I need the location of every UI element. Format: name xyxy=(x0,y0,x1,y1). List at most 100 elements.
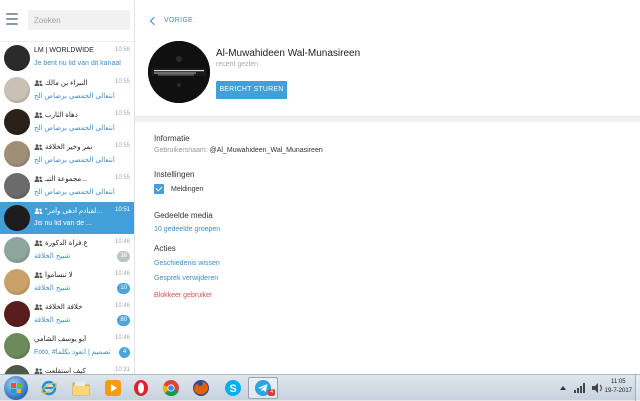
chat-avatar xyxy=(4,173,30,199)
chat-time: 10:46 xyxy=(114,271,130,277)
chat-time: 10:55 xyxy=(114,143,130,149)
chat-title: مجموعة التبـ... xyxy=(34,175,104,183)
back-button[interactable]: VORIGE xyxy=(149,16,194,25)
chat-title: أبو يوسف الشامي xyxy=(34,335,104,343)
chat-avatar xyxy=(4,365,30,374)
unread-badge: 38 xyxy=(117,251,130,262)
profile-avatar[interactable] xyxy=(148,41,210,103)
taskbar-firefox[interactable] xyxy=(186,377,216,399)
search-input[interactable] xyxy=(28,10,130,30)
chat-list-item[interactable]: لا تنسأموا 10:46 شبيح الخلافة 10 xyxy=(0,266,134,298)
chat-list-item[interactable]: دهاة الثارب 10:55 أنتعالى الحمصي برضاص الح xyxy=(0,106,134,138)
svg-text:S: S xyxy=(229,383,236,395)
chat-preview: أنتعالى الحمصي برضاص الح xyxy=(34,157,115,164)
block-user-link[interactable]: Blokkeer gebruiker xyxy=(154,292,212,299)
taskbar-file-explorer[interactable] xyxy=(66,377,96,399)
chat-title: LM | WORLDWIDE xyxy=(34,47,104,54)
taskbar-skype[interactable]: S xyxy=(218,377,248,399)
username-line: Gebruikersnaam: @Al_Muwahideen_Wal_Munas… xyxy=(154,147,323,154)
chat-list-item[interactable]: مجموعة التبـ... 10:55 أنتعالى الحمصي برضاص… xyxy=(0,170,134,202)
username-value: @Al_Muwahideen_Wal_Munasireen xyxy=(209,147,323,154)
taskbar-telegram[interactable]: 4 xyxy=(248,377,278,399)
hamburger-menu-icon[interactable] xyxy=(6,13,20,25)
chat-avatar xyxy=(4,77,30,103)
show-hidden-icons-icon[interactable] xyxy=(560,386,566,390)
show-desktop-button[interactable] xyxy=(635,375,640,401)
profile-status: recent gezien xyxy=(216,61,259,68)
windows-taskbar: S 4 11:05 19-7-2017 xyxy=(0,374,640,401)
chat-time: 10:58 xyxy=(114,47,130,53)
shared-groups-link[interactable]: 10 gedeelde groepen xyxy=(154,226,220,233)
chat-time: 10:46 xyxy=(114,303,130,309)
chat-time: 10:55 xyxy=(114,175,130,181)
chat-time: 10:55 xyxy=(114,111,130,117)
group-icon xyxy=(34,176,43,183)
group-icon xyxy=(34,240,43,247)
chat-list-item[interactable]: النبراء بن مالك 10:55 أنتعالى الحمصي برضاص… xyxy=(0,74,134,106)
chat-preview: أنتعالى الحمصي برضاص الح xyxy=(34,93,115,100)
chat-list-item[interactable]: ع.فراة الدكورة 10:46 شبيح الخلافة 38 xyxy=(0,234,134,266)
chat-avatar xyxy=(4,237,30,263)
chat-list-item[interactable]: "والقبادم أدهى وأمر" 10:51 Jis nu lid van … xyxy=(0,202,134,234)
chat-title-text: خلافة الخلافة xyxy=(45,304,83,311)
checkbox-checked-icon[interactable] xyxy=(154,184,164,194)
chat-avatar xyxy=(4,45,30,71)
clock-time: 11:05 xyxy=(611,379,626,385)
start-button[interactable] xyxy=(4,376,28,400)
telegram-window: LM | WORLDWIDE 10:58 Je bent nu lid van di… xyxy=(0,0,640,374)
chat-title: دهاة الثارب xyxy=(34,111,104,119)
chat-title: لا تنسأموا xyxy=(34,271,104,279)
firefox-icon xyxy=(193,380,209,396)
chat-preview: شبيح الخلافة xyxy=(34,317,71,324)
chat-title-text: مجموعة التبـ... xyxy=(45,176,88,183)
taskbar-internet-explorer[interactable] xyxy=(34,377,64,399)
username-label: Gebruikersnaam: xyxy=(154,147,208,154)
chrome-icon xyxy=(163,380,179,397)
chat-sidebar: LM | WORLDWIDE 10:58 Je bent nu lid van di… xyxy=(0,0,135,374)
chat-time: 10:31 xyxy=(114,367,130,373)
taskbar-clock[interactable]: 11:05 19-7-2017 xyxy=(605,378,632,396)
media-player-icon xyxy=(105,380,121,396)
chat-preview: شبيح الخلافة xyxy=(34,285,71,292)
send-message-button[interactable]: BERICHT STUREN xyxy=(216,81,287,99)
group-icon xyxy=(34,272,43,279)
volume-icon[interactable] xyxy=(592,383,604,393)
chat-title: النبراء بن مالك xyxy=(34,79,104,87)
taskbar-media-player[interactable] xyxy=(98,377,128,399)
chat-list-item[interactable]: كيف استقلعت 10:31 xyxy=(0,362,134,374)
chevron-left-icon xyxy=(149,16,159,25)
chat-preview: Foto, #تصميم | أتعود بكلما xyxy=(34,349,111,356)
group-icon xyxy=(34,304,43,311)
clear-history-link[interactable]: Geschiedenis wissen xyxy=(154,260,220,267)
chat-title: ع.فراة الدكورة xyxy=(34,239,104,247)
profile-name: Al-Muwahideen Wal-Munasireen xyxy=(216,48,361,59)
info-section-title: Informatie xyxy=(154,134,190,143)
chat-preview: شبيح الخلافة xyxy=(34,253,71,260)
chat-list-item[interactable]: LM | WORLDWIDE 10:58 Je bent nu lid van di… xyxy=(0,42,134,74)
delete-chat-link[interactable]: Gesprek verwijderen xyxy=(154,275,218,282)
opera-icon xyxy=(134,380,148,396)
notifications-toggle[interactable]: Meldingen xyxy=(154,184,203,194)
telegram-unread-badge: 4 xyxy=(268,389,275,396)
chat-title-text: أبو يوسف الشامي xyxy=(34,336,87,343)
system-tray xyxy=(560,378,610,398)
profile-panel: VORIGE Al-Muwahideen Wal-Munasireen rece… xyxy=(135,0,640,374)
folder-icon xyxy=(72,381,90,396)
network-icon[interactable] xyxy=(574,383,586,393)
settings-section-title: Instellingen xyxy=(154,170,195,179)
unread-badge: 80 xyxy=(117,315,130,326)
chat-title-text: نمر وخير الخلافة xyxy=(45,144,93,151)
section-divider xyxy=(135,116,640,122)
chat-list-item[interactable]: خلافة الخلافة 10:46 شبيح الخلافة 80 xyxy=(0,298,134,330)
taskbar-opera[interactable] xyxy=(126,377,156,399)
unread-badge: 4 xyxy=(119,347,130,358)
taskbar-chrome[interactable] xyxy=(156,377,186,399)
chat-list-item[interactable]: أبو يوسف الشامي 10:46 Foto, #تصميم | أتعود… xyxy=(0,330,134,362)
chat-avatar xyxy=(4,269,30,295)
chat-title-text: ع.فراة الدكورة xyxy=(45,240,88,247)
chat-preview: Jis nu lid van de ... xyxy=(34,220,92,227)
notifications-label: Meldingen xyxy=(171,185,204,193)
chat-list-item[interactable]: نمر وخير الخلافة 10:55 أنتعالى الحمصي برضا… xyxy=(0,138,134,170)
back-label: VORIGE xyxy=(164,17,194,24)
group-icon xyxy=(34,80,43,87)
